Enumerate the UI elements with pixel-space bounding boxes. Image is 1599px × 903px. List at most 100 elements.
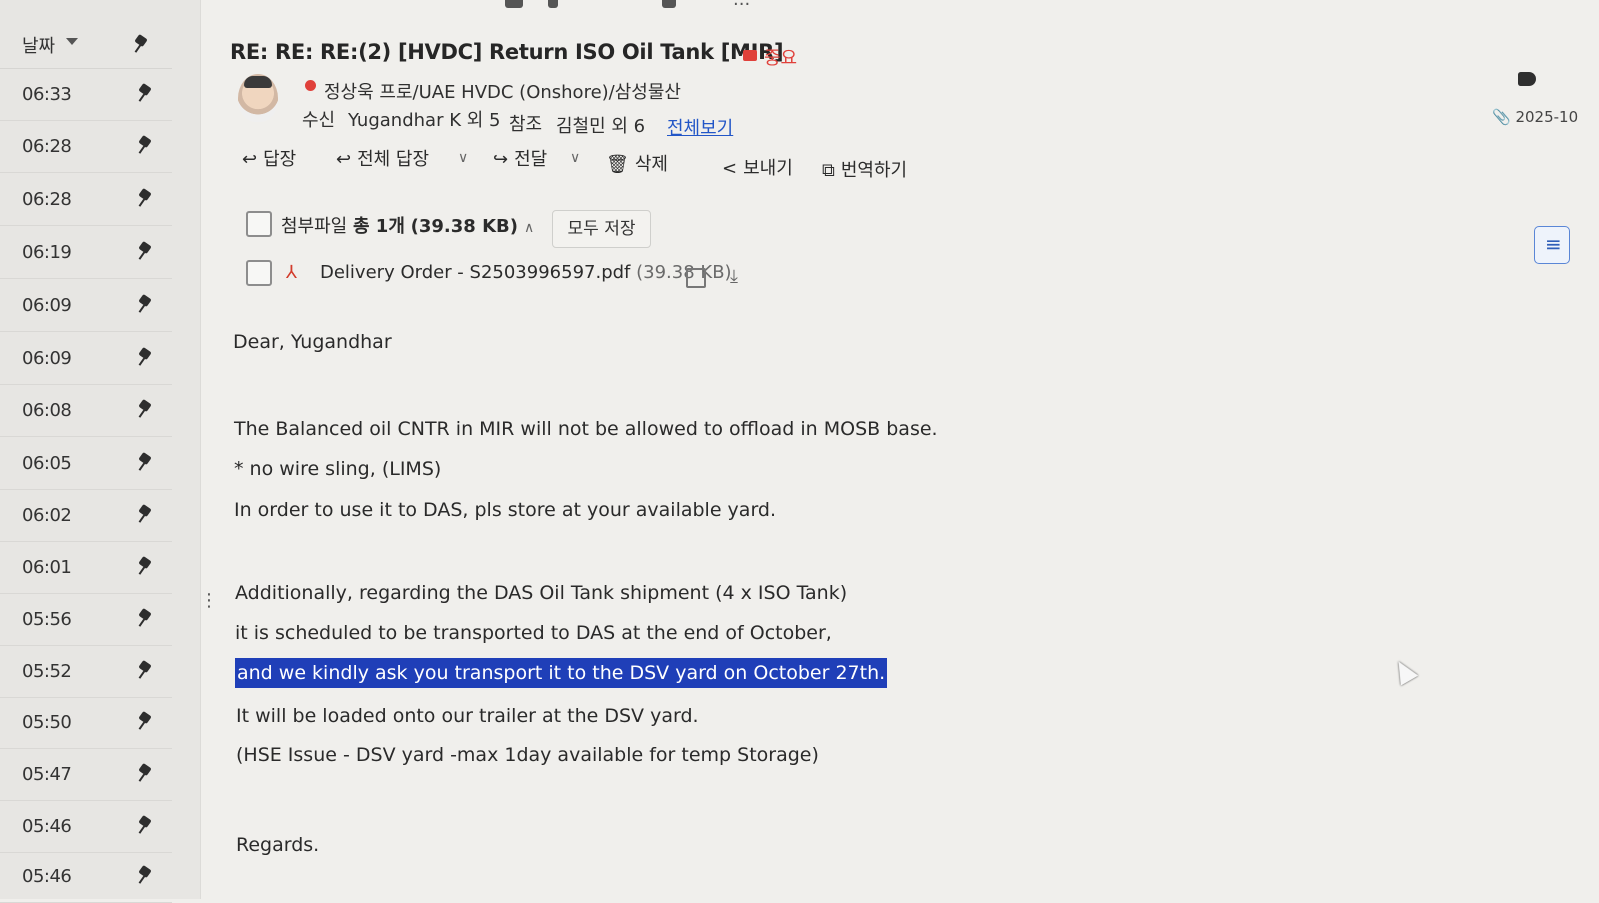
attachments-label: 첨부파일 [281, 216, 348, 237]
more-icon[interactable]: ··· [733, 0, 750, 15]
list-item[interactable]: 06:01 [0, 541, 172, 594]
message-date: 📎 2025-10 [1492, 108, 1579, 126]
pin-icon[interactable] [138, 296, 152, 314]
sort-dropdown-label[interactable]: 날짜 [22, 32, 55, 58]
preview-icon[interactable] [686, 268, 706, 288]
list-item[interactable]: 06:19 [0, 226, 172, 279]
highlighted-text[interactable]: and we kindly ask you transport it to th… [235, 658, 888, 688]
body-line: It will be loaded onto our trailer at th… [236, 705, 699, 727]
pin-icon[interactable] [138, 713, 152, 731]
pin-icon[interactable] [134, 36, 148, 54]
reply-label: 답장 [263, 149, 297, 170]
pin-icon[interactable] [138, 765, 152, 783]
body-line: The Balanced oil CNTR in MIR will not be… [234, 418, 938, 440]
pin-icon[interactable] [138, 610, 152, 628]
time-label: 06:02 [22, 505, 72, 526]
message-list: 날짜 06:33 06:28 06:28 06:19 06:09 06:09 0… [0, 0, 201, 903]
delete-button[interactable]: 🗑 삭제 [606, 150, 668, 176]
body-line: Additionally, regarding the DAS Oil Tank… [235, 582, 848, 604]
reply-all-icon: ↩ [336, 149, 352, 170]
share-icon: < [722, 158, 738, 179]
forward-icon: ↪ [493, 149, 509, 170]
delete-label: 삭제 [634, 154, 668, 175]
pin-icon[interactable] [138, 454, 152, 472]
pin-icon[interactable] [138, 401, 152, 419]
list-item[interactable]: 06:08 [0, 384, 172, 437]
chevron-down-icon[interactable]: ∨ [570, 150, 580, 166]
reply-all-button[interactable]: ↩ 전체 답장 [336, 145, 429, 171]
toolbar-fragment [505, 0, 523, 8]
time-label: 05:47 [22, 764, 72, 785]
translate-icon: ⧉ [822, 160, 835, 181]
translate-label: 번역하기 [840, 160, 908, 181]
toolbar-fragment [662, 0, 676, 8]
pin-icon[interactable] [138, 662, 152, 680]
pin-icon[interactable] [138, 137, 152, 155]
view-all-link[interactable]: 전체보기 [667, 114, 733, 140]
sender-name[interactable]: 정상욱 프로/UAE HVDC (Onshore)/삼성물산 [324, 78, 681, 104]
list-item[interactable]: 05:52 [0, 645, 172, 698]
chevron-down-icon[interactable]: ∨ [458, 150, 468, 166]
cc-recipients[interactable]: 김철민 외 6 [556, 112, 645, 138]
list-item[interactable]: 05:46 [0, 800, 172, 853]
list-item[interactable]: 06:05 [0, 437, 172, 490]
list-item[interactable]: 06:09 [0, 279, 172, 332]
list-item[interactable]: 05:46 [0, 850, 172, 903]
more-options-icon[interactable]: ⋮ [200, 590, 218, 611]
pin-icon[interactable] [138, 243, 152, 261]
time-label: 05:50 [22, 712, 72, 733]
list-item[interactable]: 06:09 [0, 332, 172, 385]
attachment-file-name: Delivery Order - S2503996597.pdf [320, 262, 631, 283]
download-icon[interactable]: ⤓ [730, 266, 738, 287]
importance-label: 중요 [764, 48, 798, 69]
list-item[interactable]: 05:47 [0, 748, 172, 801]
time-label: 05:52 [22, 661, 72, 682]
recipients[interactable]: Yugandhar K 외 5 [348, 106, 500, 132]
body-line: (HSE Issue - DSV yard -max 1day availabl… [236, 744, 819, 766]
list-item[interactable]: 05:50 [0, 696, 172, 749]
list-item[interactable]: 06:33 [0, 68, 172, 121]
share-button[interactable]: < 보내기 [722, 154, 793, 180]
pin-icon[interactable] [138, 867, 152, 885]
chevron-up-icon[interactable]: ∧ [524, 220, 534, 236]
list-item[interactable]: 06:02 [0, 489, 172, 542]
pin-icon[interactable] [138, 85, 152, 103]
forward-button[interactable]: ↪ 전달 [493, 145, 547, 171]
body-line: * no wire sling, (LIMS) [234, 458, 442, 480]
body-line: In order to use it to DAS, pls store at … [234, 499, 777, 521]
selection-highlight: and we kindly ask you transport it to th… [235, 658, 888, 688]
time-label: 06:33 [22, 84, 72, 105]
translate-button[interactable]: ⧉ 번역하기 [822, 156, 907, 182]
time-label: 06:09 [22, 295, 72, 316]
side-panel-button[interactable] [1534, 226, 1570, 264]
toolbar-fragment [548, 0, 558, 8]
reply-all-label: 전체 답장 [357, 149, 430, 170]
time-label: 05:46 [22, 866, 72, 887]
list-item[interactable]: 06:28 [0, 173, 172, 226]
closing: Regards. [236, 834, 320, 856]
pin-icon[interactable] [138, 558, 152, 576]
reply-icon: ↩ [242, 149, 258, 170]
avatar[interactable] [238, 74, 278, 122]
time-label: 06:08 [22, 400, 72, 421]
save-all-button[interactable]: 모두 저장 [552, 210, 651, 248]
date-text: 2025-10 [1515, 108, 1579, 126]
reply-button[interactable]: ↩ 답장 [242, 145, 296, 171]
list-item[interactable]: 06:28 [0, 120, 172, 173]
trash-icon: 🗑 [606, 154, 629, 175]
chevron-down-icon[interactable] [66, 38, 78, 45]
list-header: 날짜 [0, 0, 172, 69]
tag-icon[interactable] [1518, 72, 1536, 86]
pin-icon[interactable] [138, 506, 152, 524]
time-label: 06:05 [22, 453, 72, 474]
attachments-count: 총 1개 [352, 216, 405, 237]
attachments-select-all-checkbox[interactable] [246, 211, 272, 237]
pin-icon[interactable] [138, 349, 152, 367]
time-label: 06:19 [22, 242, 72, 263]
pin-icon[interactable] [138, 817, 152, 835]
greeting: Dear, Yugandhar [233, 331, 392, 353]
attachment-file[interactable]: Delivery Order - S2503996597.pdf (39.38 … [320, 262, 732, 283]
list-item[interactable]: 05:56 [0, 593, 172, 646]
attachment-checkbox[interactable] [246, 260, 272, 286]
pin-icon[interactable] [138, 190, 152, 208]
